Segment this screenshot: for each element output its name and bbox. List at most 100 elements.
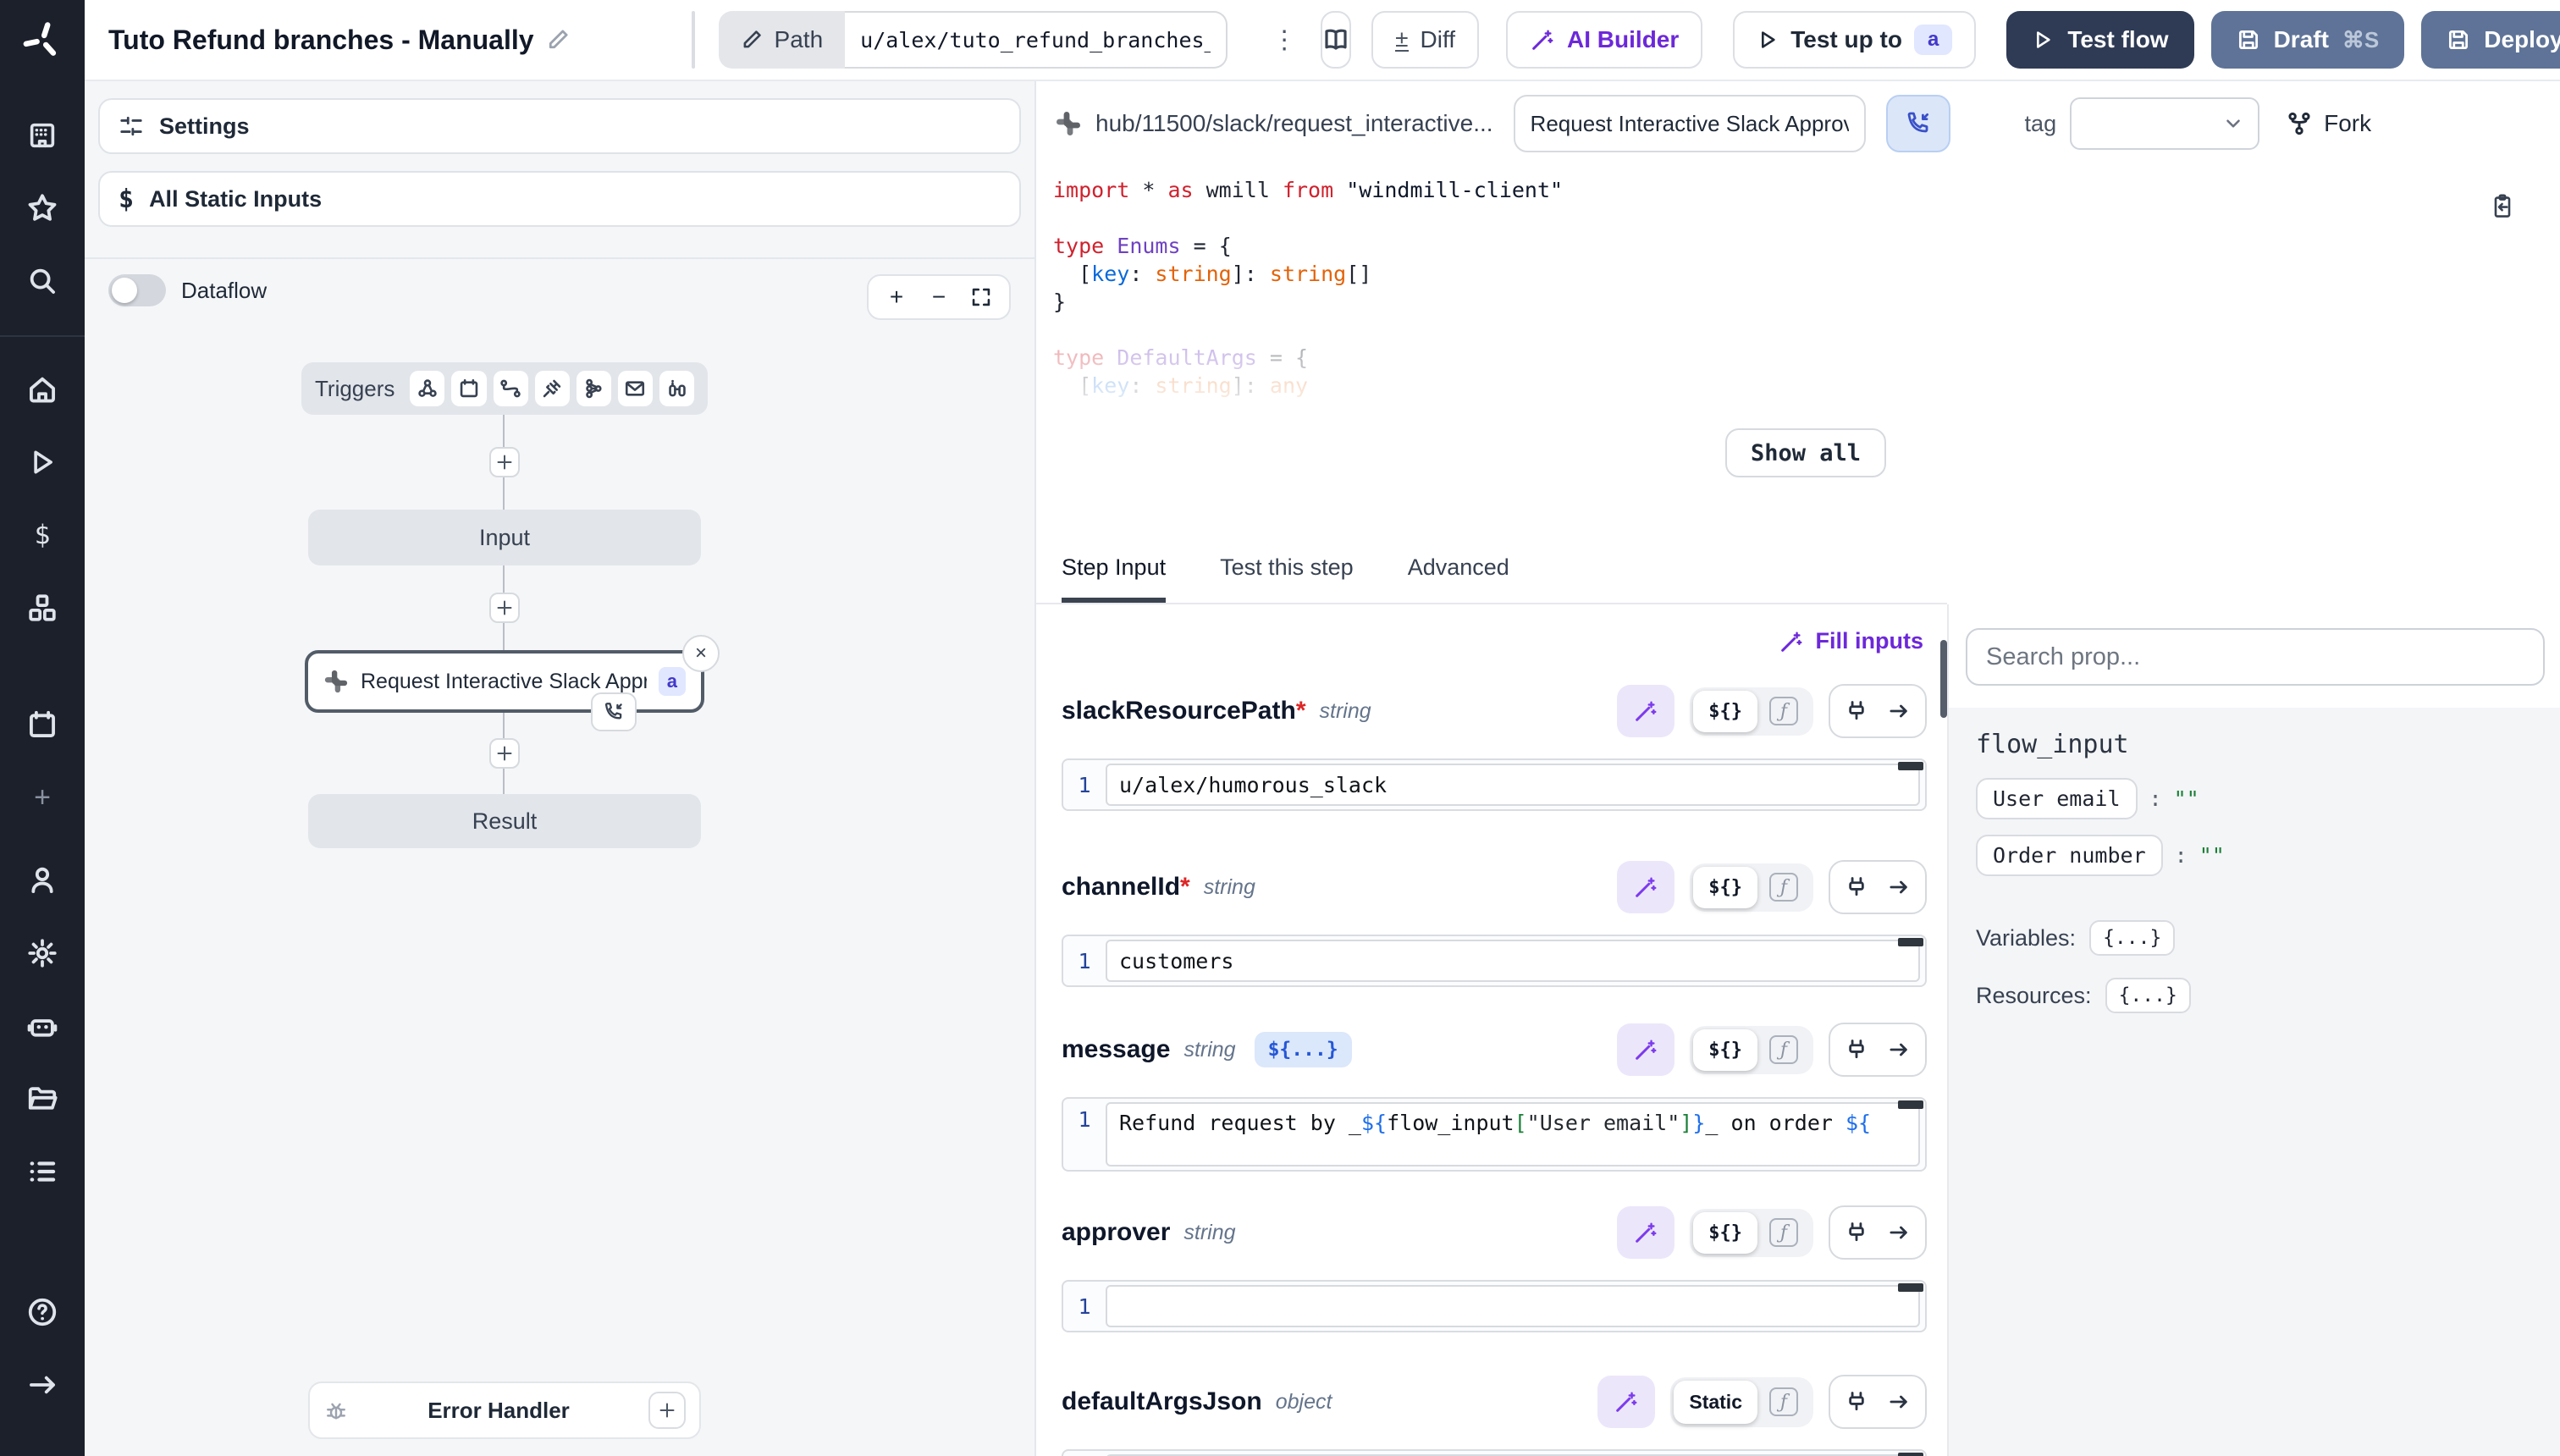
show-all-code-button[interactable]: Show all (1725, 428, 1886, 477)
http-route-trigger-icon[interactable] (494, 371, 528, 406)
plug-connect-icon[interactable] (1845, 1038, 1868, 1062)
template-mode-button[interactable]: ${} (1693, 867, 1757, 908)
all-static-inputs-button[interactable]: $ All Static Inputs (98, 171, 1021, 227)
logs-list-icon[interactable] (20, 1150, 64, 1194)
schedule-trigger-icon[interactable] (451, 371, 486, 406)
settings-gear-icon[interactable] (20, 931, 64, 975)
webhook-trigger-icon[interactable] (410, 371, 444, 406)
approver-editor[interactable]: 1 (1062, 1280, 1927, 1332)
javascript-fx-button[interactable]: ƒ (1769, 697, 1798, 725)
home-icon[interactable] (20, 367, 64, 411)
help-icon[interactable] (20, 1290, 64, 1334)
triggers-node[interactable]: Triggers (301, 362, 708, 415)
arrow-right-icon[interactable] (1887, 1038, 1911, 1062)
slack-approval-step-node[interactable]: Request Interactive Slack Approval (... … (305, 650, 704, 713)
variables-expand-chip[interactable]: {...} (2089, 920, 2175, 956)
schedules-icon[interactable] (20, 703, 64, 747)
slackResourcePath-editor[interactable]: 1 u/alex/humorous_slack (1062, 758, 1927, 811)
ai-fill-wand-button[interactable] (1617, 1206, 1674, 1259)
template-mode-button[interactable]: ${} (1693, 1212, 1757, 1254)
arrow-right-icon[interactable] (1887, 1390, 1911, 1414)
fork-button[interactable]: Fork (2287, 110, 2371, 137)
draft-button[interactable]: Draft ⌘S (2211, 11, 2405, 69)
javascript-fx-button[interactable]: ƒ (1769, 1035, 1798, 1064)
plug-connect-icon[interactable] (1845, 1390, 1868, 1414)
resources-expand-chip[interactable]: {...} (2105, 978, 2191, 1013)
prop-key-user-email[interactable]: User email (1976, 778, 2138, 819)
result-node[interactable]: Result (308, 794, 701, 848)
path-input[interactable] (845, 11, 1228, 69)
step-code-editor[interactable]: import * as wmill from "windmill-client"… (1036, 166, 2560, 530)
javascript-fx-button[interactable]: ƒ (1769, 1387, 1798, 1416)
tab-advanced[interactable]: Advanced (1408, 554, 1509, 603)
deploy-button[interactable]: Deploy (2421, 11, 2560, 69)
plug-connect-icon[interactable] (1845, 1221, 1868, 1244)
ai-fill-wand-button[interactable] (1617, 1023, 1674, 1076)
template-mode-button[interactable]: ${} (1693, 691, 1757, 732)
remove-step-close-icon[interactable]: × (682, 635, 720, 672)
path-button[interactable]: Path (719, 11, 846, 69)
dataflow-toggle[interactable] (108, 274, 166, 306)
test-up-to-button[interactable]: Test up to a (1733, 11, 1976, 69)
suspend-phone-incoming-icon[interactable] (591, 692, 637, 731)
ai-fill-wand-button[interactable] (1617, 861, 1674, 913)
poll-trigger-icon[interactable] (659, 371, 694, 406)
variables-icon[interactable]: $ (20, 513, 64, 557)
expand-sidebar-icon[interactable] (20, 1363, 64, 1407)
prop-key-order-number[interactable]: Order number (1976, 835, 2163, 876)
defaultArgsJson-editor[interactable]: 1 (1062, 1449, 1927, 1456)
add-error-handler-button[interactable] (648, 1392, 686, 1429)
add-menu-icon[interactable]: + (20, 775, 64, 819)
step-name-input[interactable] (1514, 95, 1866, 152)
ai-robot-icon[interactable] (20, 1004, 64, 1048)
favorites-star-icon[interactable] (20, 186, 64, 230)
websocket-trigger-icon[interactable] (535, 371, 570, 406)
email-trigger-icon[interactable] (618, 371, 653, 406)
search-icon[interactable] (20, 259, 64, 303)
plug-connect-icon[interactable] (1845, 875, 1868, 899)
diff-button[interactable]: ± Diff (1371, 11, 1479, 69)
fullscreen-button[interactable] (960, 276, 1002, 318)
input-node[interactable]: Input (308, 510, 701, 565)
arrow-right-icon[interactable] (1887, 875, 1911, 899)
test-flow-button[interactable]: Test flow (2006, 11, 2193, 69)
ai-fill-wand-button[interactable] (1617, 685, 1674, 737)
template-mode-button[interactable]: ${} (1693, 1029, 1757, 1071)
fields-scrollbar-thumb[interactable] (1940, 640, 1947, 718)
tab-test-this-step[interactable]: Test this step (1220, 554, 1354, 603)
runs-icon[interactable] (20, 440, 64, 484)
kafka-trigger-icon[interactable] (577, 371, 611, 406)
javascript-fx-button[interactable]: ƒ (1769, 1218, 1798, 1247)
hub-script-path[interactable]: hub/11500/slack/request_interactive... (1055, 110, 1493, 137)
zoom-out-button[interactable]: − (918, 276, 960, 318)
workspace-icon[interactable] (20, 113, 64, 157)
user-icon[interactable] (20, 858, 64, 902)
arrow-right-icon[interactable] (1887, 1221, 1911, 1244)
error-handler-node[interactable]: Error Handler (308, 1382, 701, 1439)
flow-settings-button[interactable]: Settings (98, 98, 1021, 154)
insert-step-button-middle[interactable] (489, 593, 520, 623)
tag-select[interactable] (2070, 97, 2259, 150)
edit-title-pencil-icon[interactable] (546, 28, 570, 52)
folders-icon[interactable] (20, 1077, 64, 1121)
search-prop-input[interactable] (1966, 628, 2545, 686)
ai-builder-button[interactable]: AI Builder (1506, 11, 1702, 69)
docs-book-icon[interactable] (1321, 11, 1351, 69)
resources-icon[interactable] (20, 586, 64, 630)
static-mode-button[interactable]: Static (1674, 1381, 1757, 1424)
zoom-in-button[interactable]: + (875, 276, 918, 318)
plug-connect-icon[interactable] (1845, 699, 1868, 723)
message-editor[interactable]: 1 Refund request by _${flow_input["User … (1062, 1097, 1927, 1172)
arrow-right-icon[interactable] (1887, 699, 1911, 723)
javascript-fx-button[interactable]: ƒ (1769, 873, 1798, 902)
fill-inputs-button[interactable]: Fill inputs (1779, 628, 1924, 654)
suspend-approval-phone-button[interactable] (1886, 95, 1950, 152)
ai-fill-wand-button[interactable] (1597, 1376, 1655, 1428)
undo-button[interactable] (693, 13, 695, 67)
tab-step-input[interactable]: Step Input (1062, 554, 1166, 603)
windmill-logo[interactable] (20, 19, 64, 63)
channelId-editor[interactable]: 1 customers (1062, 935, 1927, 987)
insert-step-button-top[interactable] (489, 447, 520, 477)
copy-code-clipboard-icon[interactable] (2489, 193, 2516, 220)
more-options-kebab-icon[interactable]: ⋮ (1272, 25, 1297, 55)
